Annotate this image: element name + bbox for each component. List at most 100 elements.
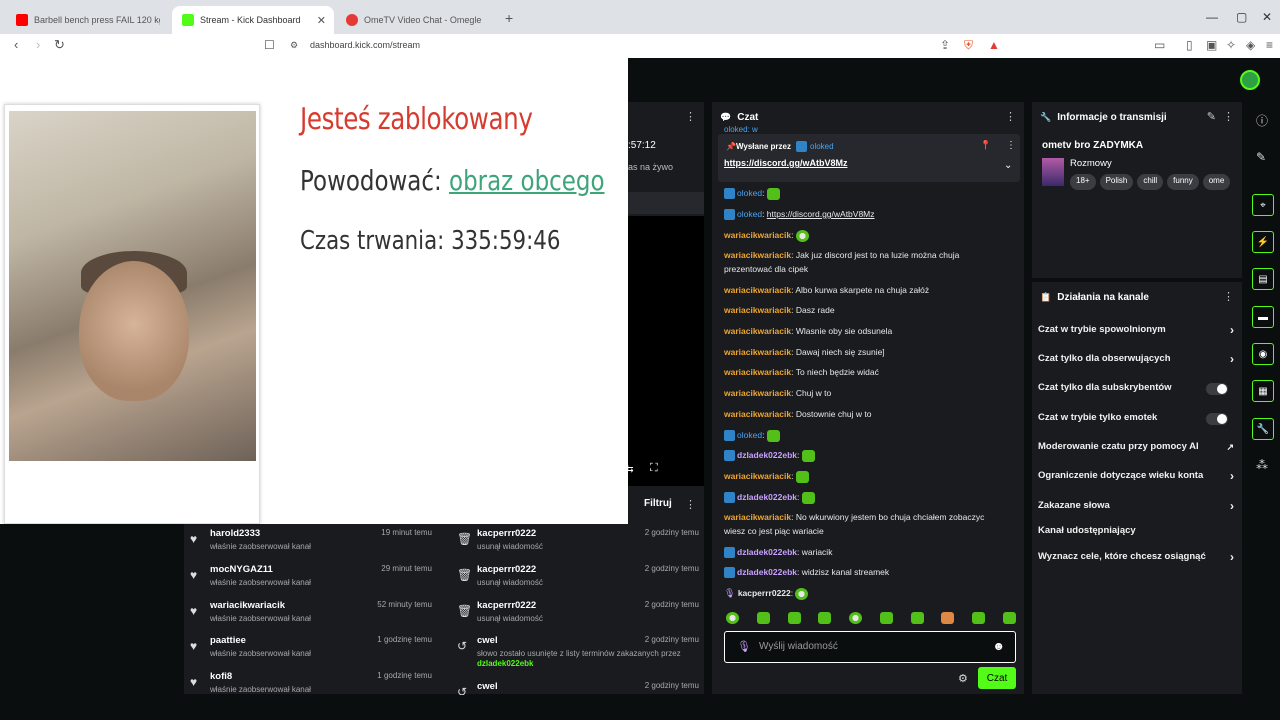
layout-icon[interactable]: ▦ [1252, 380, 1274, 402]
moderator-name[interactable]: cwel [477, 681, 498, 692]
emote-icon[interactable] [787, 612, 801, 624]
emote-icon[interactable] [1002, 612, 1016, 624]
tag-chip[interactable]: 18+ [1070, 174, 1096, 190]
ban-reason-link[interactable]: obraz obcego [449, 164, 604, 197]
tag-chip[interactable]: chill [1137, 174, 1164, 190]
moderator-name[interactable]: kacperrr0222 [477, 564, 536, 575]
lightning-icon[interactable]: ⚡ [1252, 231, 1274, 253]
chat-username[interactable]: wariacikwariacik [724, 326, 791, 336]
send-chat-button[interactable]: Czat [978, 667, 1016, 689]
tag-chip[interactable]: ome [1202, 174, 1231, 190]
chat-username[interactable]: dzIadek022ebk [737, 567, 797, 577]
category-name[interactable]: Rozmowy [1070, 158, 1112, 169]
close-tab-icon[interactable]: ✕ [317, 14, 326, 27]
emote-icon[interactable] [910, 612, 924, 624]
tag-chip[interactable]: Polish [1099, 174, 1134, 190]
chat-username[interactable]: wariacikwariacik [724, 230, 791, 240]
reload-icon[interactable]: ↻ [54, 37, 65, 53]
sidebar-icon[interactable]: ▯ [1186, 38, 1193, 52]
site-settings-icon[interactable]: ⚙ [290, 40, 298, 51]
chat-username[interactable]: wariacikwariacik [724, 285, 791, 295]
chat-username[interactable]: wariacikwariacik [724, 367, 791, 377]
chat-username[interactable]: dzIadek022ebk [737, 547, 797, 557]
action-followers-only[interactable]: Czat tylko dla obserwujących › [1038, 352, 1234, 367]
emote-icon[interactable] [879, 612, 893, 624]
chat-username[interactable]: wariacikwariacik [724, 512, 791, 522]
document-icon[interactable]: ▤ [1252, 268, 1274, 290]
tab-youtube[interactable]: Barbell bench press FAIL 120 kg x 12 [6, 6, 172, 34]
emote-icon[interactable] [818, 612, 832, 624]
capture-icon[interactable]: ⌖ [1252, 194, 1274, 216]
chat-username[interactable]: dzIadek022ebk [737, 492, 797, 502]
emote-icon[interactable] [756, 612, 770, 624]
follower-name[interactable]: paattiee [210, 635, 246, 646]
emote-icon[interactable] [726, 612, 739, 624]
moderator-name[interactable]: cwel [477, 635, 498, 646]
tab-ometv[interactable]: OmeTV Video Chat - Omegle R [336, 6, 496, 34]
url-field[interactable]: dashboard.kick.com/stream [310, 40, 420, 50]
action-banned-words[interactable]: Zakazane słowa › [1038, 499, 1234, 514]
chat-username[interactable]: wariacikwariacik [724, 388, 791, 398]
follower-name[interactable]: mocNYGAZ11 [210, 564, 273, 575]
fullscreen-icon[interactable]: ⛶ [650, 462, 658, 475]
chat-username[interactable]: oloked [737, 430, 762, 440]
emote-icon[interactable] [849, 612, 863, 624]
minimize-icon[interactable]: — [1206, 10, 1218, 24]
kebab-icon[interactable]: ⋮ [685, 498, 696, 511]
unpin-icon[interactable]: 📍 [980, 140, 991, 151]
broadcast-icon[interactable]: ◉ [1252, 343, 1274, 365]
pen-icon[interactable]: ✎ [1256, 150, 1266, 164]
chat-username[interactable]: oloked [737, 209, 762, 219]
kebab-icon[interactable]: ⋮ [1223, 110, 1234, 123]
vpn-icon[interactable]: ◈ [1246, 38, 1255, 52]
chat-username[interactable]: dzIadek022ebk [737, 450, 797, 460]
emoji-icon[interactable]: ☻ [992, 639, 1005, 653]
tag-chip[interactable]: funny [1167, 174, 1199, 190]
back-icon[interactable]: ‹ [14, 37, 18, 52]
action-slow-mode[interactable]: Czat w trybie spowolnionym › [1038, 323, 1234, 338]
chat-username[interactable]: wariacikwariacik [724, 305, 791, 315]
chat-username[interactable]: wariacikwariacik [724, 347, 791, 357]
edit-icon[interactable]: ✎ [1207, 110, 1216, 123]
new-tab-icon[interactable]: + [505, 10, 513, 26]
chat-username[interactable]: wariacikwariacik [724, 250, 791, 260]
emote-icon[interactable] [972, 612, 986, 624]
moderator-link[interactable]: dzIadek022ebk [477, 659, 533, 668]
bookmark-icon[interactable]: ☐ [264, 38, 275, 52]
pinned-by-user[interactable]: oloked [810, 142, 834, 151]
action-ai-moderation[interactable]: Moderowanie czatu przy pomocy AI ↗ [1038, 441, 1234, 455]
avatar[interactable] [1240, 70, 1260, 90]
kebab-icon[interactable]: ⋮ [1006, 140, 1016, 151]
wrench-icon[interactable]: 🔧 [1252, 418, 1274, 440]
close-window-icon[interactable]: ✕ [1262, 10, 1272, 24]
leo-icon[interactable]: ✧ [1226, 38, 1236, 52]
follower-name[interactable]: harold2333 [210, 528, 260, 539]
action-goals[interactable]: Wyznacz cele, które chcesz osiągnąć › [1038, 550, 1234, 565]
moderator-name[interactable]: kacperrr0222 [477, 600, 536, 611]
follower-name[interactable]: wariacikwariacik [210, 600, 285, 611]
filter-button[interactable]: Filtruj [644, 498, 672, 509]
share-icon[interactable]: ⇪ [940, 38, 950, 52]
action-account-age[interactable]: Ograniczenie dotyczące wieku konta › [1038, 469, 1234, 484]
follower-name[interactable]: kofi8 [210, 671, 232, 682]
info-icon[interactable]: ⓘ [1256, 112, 1268, 129]
moderator-name[interactable]: kacperrr0222 [477, 528, 536, 539]
chat-bubble-icon[interactable]: ▬ [1252, 306, 1274, 328]
kebab-icon[interactable]: ⋮ [685, 110, 696, 123]
chat-username[interactable]: wariacikwariacik [724, 471, 791, 481]
chat-input[interactable]: 🎙 Wyślij wiadomość ☻ [724, 631, 1016, 663]
gear-icon[interactable]: ⚙ [958, 672, 968, 685]
subscribers-only-toggle[interactable] [1206, 383, 1228, 395]
kebab-icon[interactable]: ⋮ [1223, 290, 1234, 303]
tab-kick[interactable]: Stream - Kick Dashboard ✕ [172, 6, 334, 34]
chevron-down-icon[interactable]: ⌄ [1004, 160, 1012, 171]
category-thumbnail[interactable] [1042, 158, 1064, 186]
brave-shield-icon[interactable]: ⛨ [964, 38, 973, 53]
emote-icon[interactable] [941, 612, 955, 624]
chat-link[interactable]: https://discord.gg/wAtbV8Mz [767, 209, 875, 219]
menu-icon[interactable]: ≡ [1266, 38, 1273, 52]
emote-only-toggle[interactable] [1206, 413, 1228, 425]
chat-username[interactable]: kacperrr0222 [738, 588, 791, 598]
chat-username[interactable]: oloked [737, 188, 762, 198]
reader-icon[interactable]: ▭ [1154, 38, 1165, 52]
